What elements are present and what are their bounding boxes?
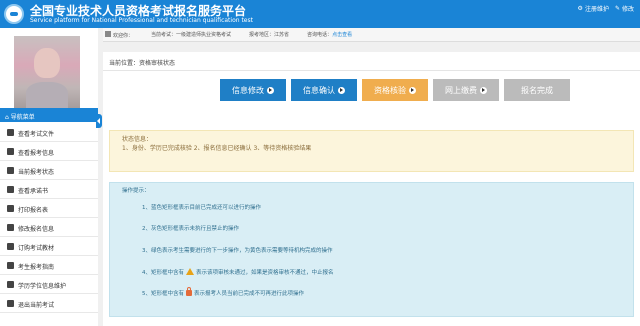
cart-icon (7, 243, 14, 250)
tip-item: 2、灰色矩形框表示未执行且禁止的操作 (142, 226, 240, 233)
step-edit-info-button[interactable]: 信息修改 (220, 79, 286, 101)
sidebar-item-guide[interactable]: 考生报考指南 (0, 256, 98, 275)
step-registration-complete-button: 报名完成 (504, 79, 570, 101)
step-online-payment-button: 网上缴费 (433, 79, 499, 101)
user-icon (7, 262, 14, 269)
lock-icon (186, 287, 192, 297)
edit-link[interactable]: ✎ 修改 (615, 4, 634, 13)
tips-title: 操作提示： (122, 188, 150, 194)
register-maintain-link[interactable]: ⚙ 注册维护 (578, 4, 609, 13)
site-header: 全国专业技术人员资格考试报名服务平台 Service platform for … (0, 0, 640, 28)
home-icon (105, 30, 111, 37)
step-qualification-check-button[interactable]: 资格核验 (362, 79, 428, 101)
exam-region: 报考地区：江苏省 (249, 32, 290, 38)
exit-icon (7, 300, 14, 307)
status-info-box: 状态信息： 1、身份、学历已完成核验 2、报名信息已经确认 3、等待资格核验结果 (109, 130, 634, 172)
avatar (14, 36, 80, 110)
step-confirm-info-button[interactable]: 信息确认 (291, 79, 357, 101)
print-icon (7, 205, 14, 212)
sidebar-item-commitment[interactable]: 查看承诺书 (0, 180, 98, 199)
sidebar-item-status[interactable]: 当前报考状态 (0, 161, 98, 180)
warning-icon (186, 268, 194, 276)
divider (103, 70, 640, 71)
graduation-icon (7, 281, 14, 288)
sidebar-item-exam-files[interactable]: 查看考试文件 (0, 123, 98, 142)
sidebar-item-exit[interactable]: 退出当前考试 (0, 294, 98, 313)
monitor-icon (7, 167, 14, 174)
header-links: ⚙ 注册维护 ✎ 修改 (578, 4, 634, 13)
status-title: 状态信息： (122, 136, 153, 143)
arrow-right-icon (267, 86, 274, 94)
gear-icon: ⚙ (577, 5, 583, 12)
info-icon (7, 148, 14, 155)
nav-menu-title: ⌂ 导航菜单 (0, 108, 98, 122)
book-icon (7, 186, 14, 193)
sidebar-item-view-registration[interactable]: 查看报考信息 (0, 142, 98, 161)
edit-icon (7, 224, 14, 231)
operation-tips-box: 操作提示： 1、蓝色矩形框表示目前已完成还可以进行的操作 2、灰色矩形框表示未执… (109, 182, 634, 317)
arrow-right-icon (338, 86, 345, 94)
tip-item: 5、矩形框中含有 表示报考人员当前已完成不可再进行此项操作 (142, 287, 305, 298)
main-panel: 当前位置：资格审核状态 信息修改 信息确认 资格核验 网上缴费 报名完成 状态信… (103, 52, 640, 326)
tip-item: 1、蓝色矩形框表示目前已完成还可以进行的操作 (142, 204, 262, 211)
arrow-right-icon (480, 86, 487, 94)
welcome-label: 欢迎你： (113, 32, 134, 39)
edit-icon: ✎ (614, 5, 620, 12)
sidebar-collapse-toggle[interactable] (96, 114, 102, 128)
breadcrumb: 当前位置：资格审核状态 (109, 60, 176, 67)
sidebar-item-education[interactable]: 学历学位信息维护 (0, 275, 98, 294)
sidebar-item-order-books[interactable]: 订购考试教材 (0, 237, 98, 256)
arrow-right-icon (409, 86, 416, 94)
phone-link[interactable]: 点击查看 (332, 32, 352, 38)
tip-item: 3、绿色表示考生需要进行的下一步操作，为黄色表示需要等待机构完成的操作 (142, 247, 333, 254)
sidebar: ⌂ 导航菜单 查看考试文件 查看报考信息 当前报考状态 查看承诺书 打印报名表 … (0, 28, 98, 326)
tip-item: 4、矩形框中含有 表示该项审核未通过，如果是资格审核不通过，中止报名 (142, 268, 334, 276)
user-info-bar: 欢迎你： 当前考试：一级建造师执业资格考试 报考地区：江苏省 咨询电话：点击查看 (103, 28, 640, 42)
site-logo (4, 4, 24, 24)
site-subtitle: Service platform for National Profession… (30, 17, 253, 24)
sidebar-item-edit-info[interactable]: 修改报名信息 (0, 218, 98, 237)
document-icon (7, 129, 14, 136)
phone-label: 咨询电话： (307, 32, 333, 38)
current-exam: 当前考试：一级建造师执业资格考试 (151, 32, 232, 38)
sidebar-item-print[interactable]: 打印报名表 (0, 199, 98, 218)
status-text: 1、身份、学历已完成核验 2、报名信息已经确认 3、等待资格核验结果 (122, 145, 312, 152)
